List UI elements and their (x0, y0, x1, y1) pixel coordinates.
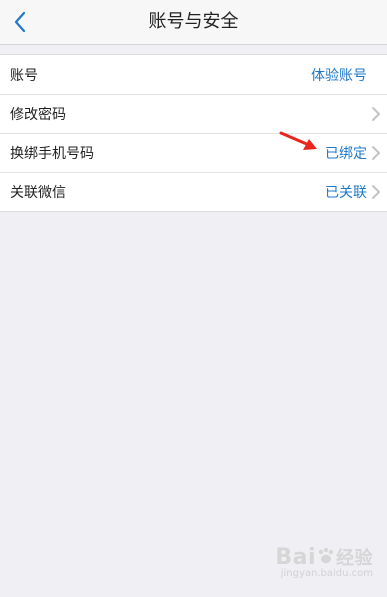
watermark: Bai 经验 jingyan.baidu.com (275, 544, 373, 579)
row-change-phone[interactable]: 换绑手机号码 已绑定 (0, 133, 387, 172)
row-change-phone-value: 已绑定 (325, 145, 367, 162)
watermark-brand-line: Bai 经验 (275, 544, 373, 570)
watermark-url: jingyan.baidu.com (280, 568, 373, 579)
watermark-brand-suffix: 经验 (336, 548, 373, 569)
settings-list: 账号 体验账号 修改密码 换绑手机号码 已绑定 关联微信 已关联 (0, 54, 387, 212)
chevron-right-icon (372, 185, 380, 199)
row-change-password[interactable]: 修改密码 (0, 94, 387, 133)
row-change-phone-label: 换绑手机号码 (10, 145, 94, 162)
red-arrow-icon (279, 131, 317, 150)
row-link-wechat-label: 关联微信 (10, 184, 66, 201)
watermark-brand: Bai (275, 545, 316, 570)
row-account-label: 账号 (10, 67, 38, 84)
chevron-right-icon (372, 146, 380, 160)
watermark-block: Bai 经验 jingyan.baidu.com (275, 544, 373, 579)
row-account-value: 体验账号 (311, 67, 367, 84)
row-link-wechat[interactable]: 关联微信 已关联 (0, 172, 387, 211)
row-link-wechat-value: 已关联 (325, 184, 367, 201)
chevron-right-icon (372, 107, 380, 121)
page-title: 账号与安全 (148, 11, 239, 32)
paw-icon (318, 547, 334, 564)
row-change-password-label: 修改密码 (10, 106, 66, 123)
row-account[interactable]: 账号 体验账号 (0, 55, 387, 94)
navigation-bar: 账号与安全 (0, 0, 387, 45)
